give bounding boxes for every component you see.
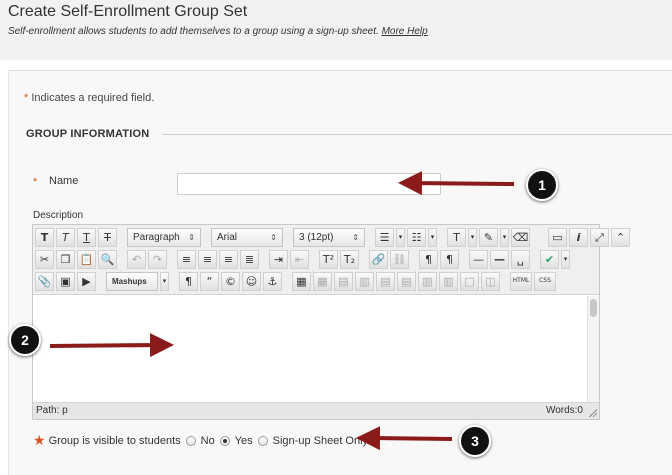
arrow-to-visibility bbox=[356, 426, 453, 451]
arrow-to-editor bbox=[49, 333, 174, 358]
annotation-arrows bbox=[49, 171, 515, 451]
callout-2: 2 bbox=[9, 324, 41, 356]
callout-1: 1 bbox=[526, 169, 558, 201]
callout-3: 3 bbox=[459, 425, 491, 457]
arrow-to-name bbox=[398, 171, 515, 196]
